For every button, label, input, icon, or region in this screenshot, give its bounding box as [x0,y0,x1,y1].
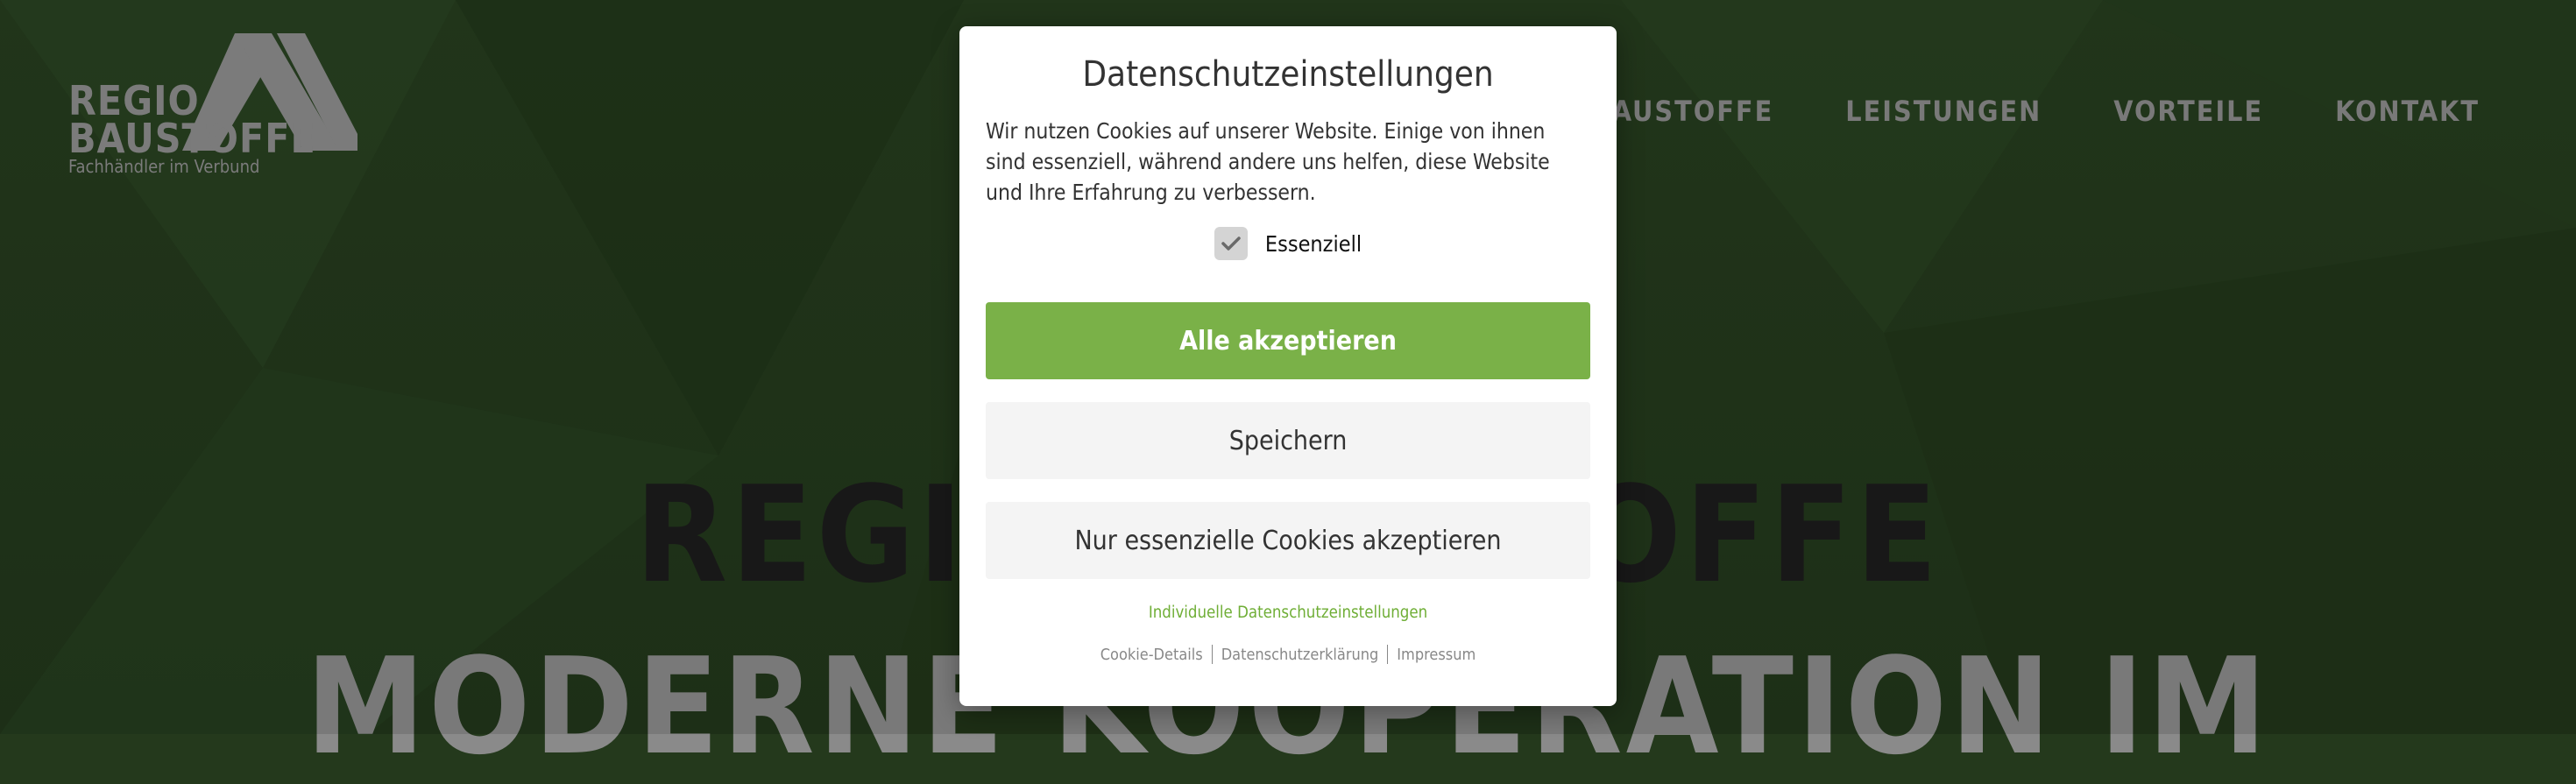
imprint-link[interactable]: Impressum [1397,646,1476,664]
accept-essential-only-button[interactable]: Nur essenzielle Cookies akzeptieren [986,502,1590,579]
essential-checkbox[interactable] [1214,227,1248,260]
privacy-policy-link[interactable]: Datenschutzerklärung [1221,646,1379,664]
cookie-details-link[interactable]: Cookie-Details [1100,646,1203,664]
dialog-footer-links: Cookie-Details Datenschutzerklärung Impr… [986,645,1590,664]
link-separator [1387,645,1389,664]
essential-checkbox-label: Essenziell [1264,230,1362,257]
cookie-consent-dialog: Datenschutzeinstellungen Wir nutzen Cook… [959,26,1617,706]
dialog-title: Datenschutzeinstellungen [1082,54,1494,95]
individual-settings-link[interactable]: Individuelle Datenschutzeinstellungen [986,604,1590,622]
save-button[interactable]: Speichern [986,402,1590,479]
link-separator [1211,645,1213,664]
dialog-description: Wir nutzen Cookies auf unserer Website. … [986,118,1550,205]
accept-all-button[interactable]: Alle akzeptieren [986,302,1590,379]
essential-cookie-option: Essenziell [986,227,1590,260]
checkmark-icon [1221,237,1241,251]
